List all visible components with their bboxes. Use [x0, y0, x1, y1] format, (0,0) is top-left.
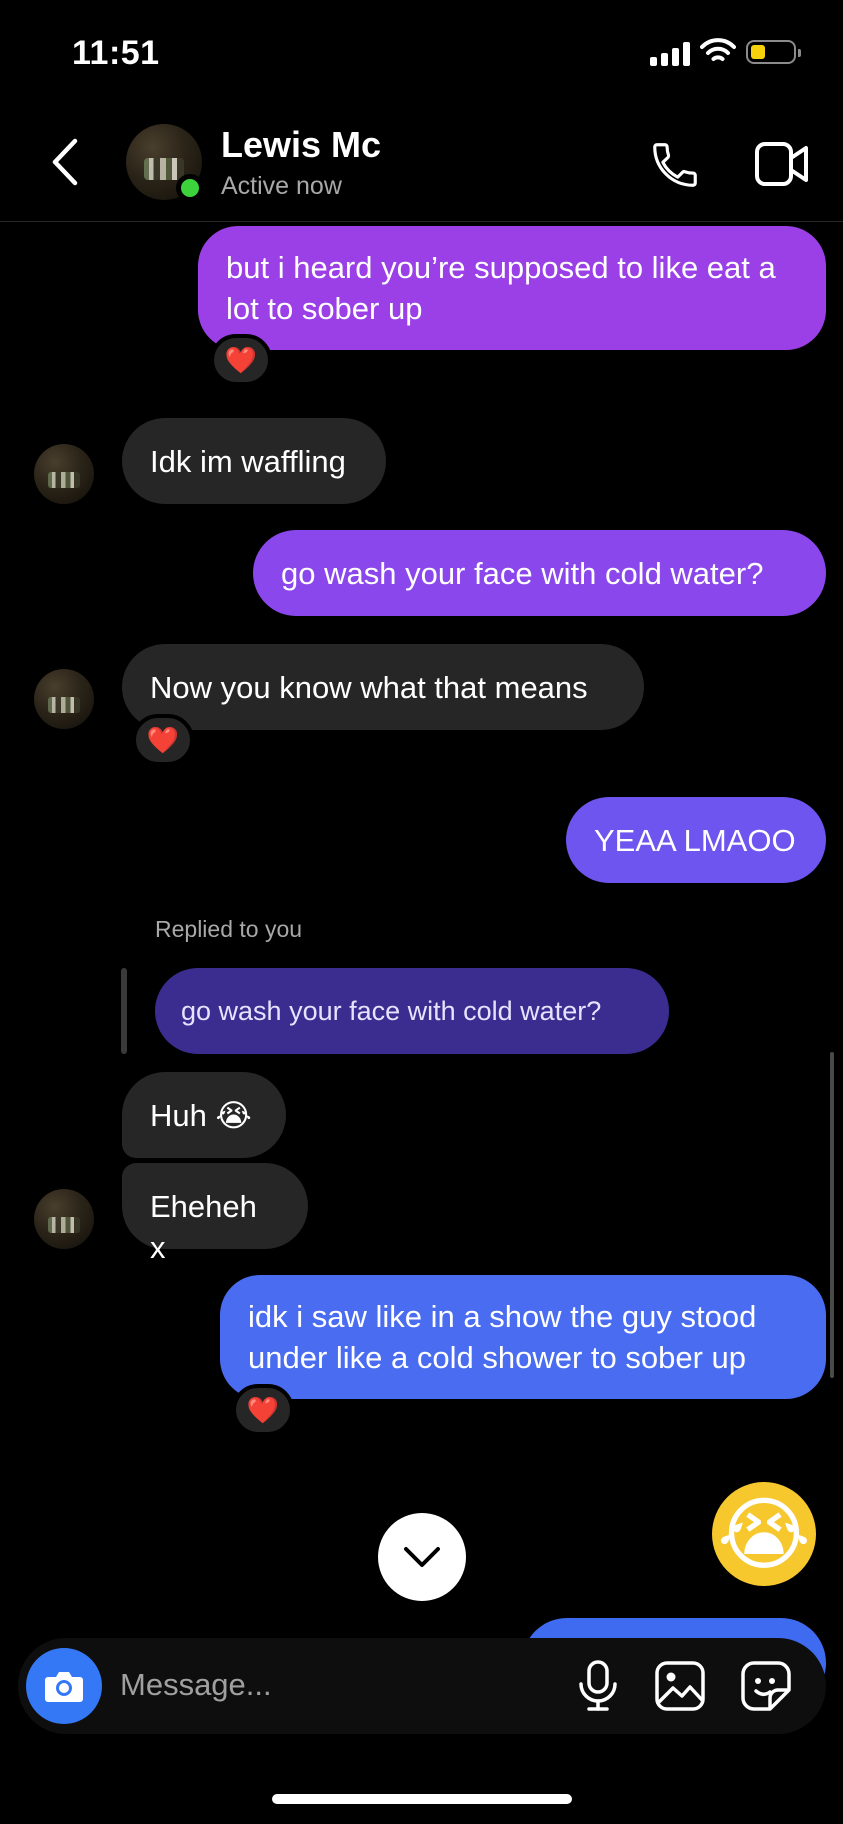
home-indicator[interactable] [272, 1794, 572, 1804]
wifi-icon [700, 38, 736, 61]
loudly-crying-emoji-message[interactable]: 😭 [712, 1482, 816, 1586]
message-text: YEAA LMAOO [594, 823, 796, 858]
quoted-message-text: go wash your face with cold water? [181, 996, 602, 1026]
sticker-icon[interactable] [740, 1660, 792, 1712]
sent-message-bubble[interactable]: go wash your face with cold water? [253, 530, 826, 616]
message-text: Idk im waffling [150, 444, 346, 479]
message-input[interactable] [120, 1660, 560, 1710]
phone-icon[interactable] [648, 138, 702, 192]
sent-message-bubble[interactable]: YEAA LMAOO [566, 797, 826, 883]
sender-avatar[interactable] [34, 669, 94, 729]
battery-icon [746, 40, 801, 64]
scroll-to-bottom-button[interactable] [378, 1513, 466, 1601]
chevron-down-icon [404, 1547, 440, 1567]
scrollbar[interactable] [830, 1052, 834, 1378]
sender-avatar[interactable] [34, 1189, 94, 1249]
sent-message-bubble[interactable]: but i heard you’re supposed to like eat … [198, 226, 826, 350]
received-message-bubble[interactable]: Eheheh x [122, 1163, 308, 1265]
sender-avatar[interactable] [34, 444, 94, 504]
message-text: Now you know what that means [150, 670, 588, 705]
camera-icon [45, 1672, 83, 1702]
contact-name[interactable]: Lewis Mc [221, 124, 381, 166]
contact-active-status: Active now [221, 172, 342, 200]
status-time: 11:51 [72, 34, 160, 72]
back-chevron-icon[interactable] [50, 138, 80, 186]
camera-button[interactable] [26, 1648, 102, 1724]
microphone-icon[interactable] [576, 1660, 620, 1712]
cellular-signal-icon [650, 40, 690, 66]
video-camera-icon[interactable] [754, 140, 810, 188]
online-status-dot [176, 174, 204, 202]
message-text: Eheheh x [150, 1189, 257, 1265]
quoted-message-bubble[interactable]: go wash your face with cold water? [155, 968, 669, 1054]
message-text: go wash your face with cold water? [281, 556, 764, 591]
heart-reaction[interactable]: ❤️ [232, 1384, 294, 1436]
header-divider [0, 221, 843, 222]
image-icon[interactable] [654, 1660, 706, 1712]
received-message-bubble[interactable]: Huh 😭 [122, 1072, 286, 1158]
message-text: but i heard you’re supposed to like eat … [226, 250, 776, 326]
message-text: idk i saw like in a show the guy stood u… [248, 1299, 757, 1375]
reply-quote-bar [121, 968, 127, 1054]
sent-message-bubble[interactable]: idk i saw like in a show the guy stood u… [220, 1275, 826, 1399]
heart-reaction[interactable]: ❤️ [132, 714, 194, 766]
replied-to-you-label: Replied to you [155, 916, 303, 942]
message-text: Huh 😭 [150, 1098, 252, 1133]
received-message-bubble[interactable]: Idk im waffling [122, 418, 386, 504]
received-message-bubble[interactable]: Now you know what that means [122, 644, 644, 730]
heart-reaction[interactable]: ❤️ [210, 334, 272, 386]
